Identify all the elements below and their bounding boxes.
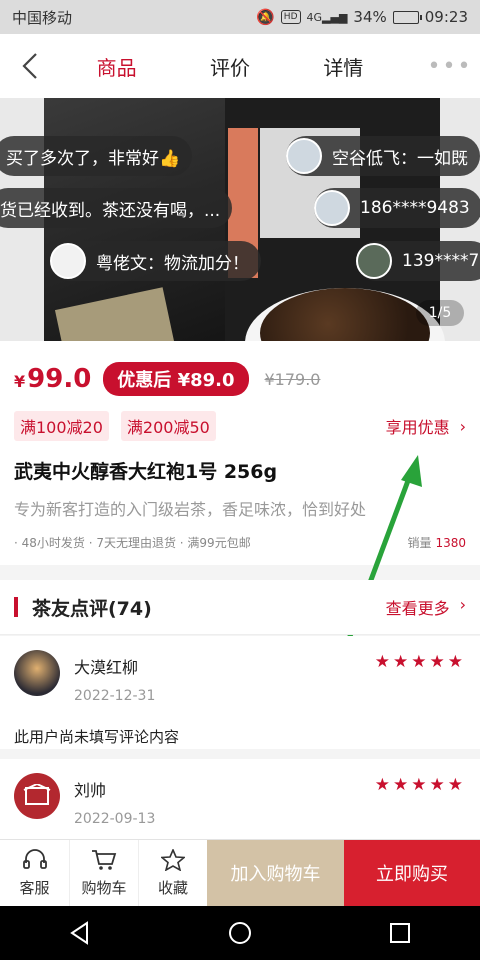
signal-icon: 4G▂▄▆ [306, 10, 348, 24]
barrage-bubble: 186****9483 [314, 188, 480, 228]
more-options-button[interactable]: ••• [420, 54, 480, 79]
home-circle-icon[interactable] [228, 921, 252, 945]
barrage-bubble: 粤佬文：物流加分！ [50, 241, 261, 281]
top-nav: 商品 评价 详情 ••• [0, 34, 480, 98]
tab-reviews[interactable]: 评价 [198, 44, 262, 89]
chevron-right-icon: › [459, 595, 466, 614]
user-avatar [356, 243, 392, 279]
back-triangle-icon[interactable] [68, 921, 92, 945]
more-dots-icon: ••• [427, 53, 473, 79]
section-accent-bar [14, 597, 18, 617]
use-coupon-link[interactable]: 享用优惠 › [386, 414, 466, 438]
headset-icon [22, 848, 47, 869]
back-button[interactable] [0, 34, 60, 98]
sales-volume: 销量 1380 [407, 536, 466, 550]
service-guarantees: · 48小时发货 · 7天无理由退货 · 满99元包邮 [14, 536, 251, 550]
buy-now-button[interactable]: 立即购买 [344, 840, 480, 906]
rating-stars: ★★★★★ [374, 775, 466, 795]
review-date: 2022-12-31 [74, 688, 156, 704]
tab-product[interactable]: 商品 [85, 44, 149, 89]
review-date: 2022-09-13 [74, 811, 156, 827]
barrage-bubble: 139****7 [356, 241, 480, 281]
coupon-tag[interactable]: 满100减20 [14, 411, 109, 441]
add-to-cart-button[interactable]: 加入购物车 [207, 840, 344, 906]
product-subtitle: 专为新客打造的入门级岩茶，香足味浓，恰到好处 [14, 500, 367, 519]
carrier-label: 中国移动 [12, 8, 73, 27]
mute-icon: 🔕 [256, 8, 275, 26]
reviews-title: 茶友点评(74) [32, 597, 152, 620]
chevron-right-icon: › [459, 416, 466, 436]
coupon-row: 满100减20 满200减50 享用优惠 › [14, 411, 466, 441]
original-price: ¥179.0 [264, 369, 321, 389]
cart-label: 购物车 [81, 878, 127, 897]
status-icons: 🔕 HD 4G▂▄▆ 34% 09:23 [256, 8, 468, 26]
review-text: 此用户尚未填写评论内容 [14, 728, 180, 746]
cart-button[interactable]: 购物车 [69, 840, 138, 906]
system-navigation-bar [0, 906, 480, 960]
bottom-action-bar: 客服 购物车 收藏 加入购物车 立即购买 [0, 839, 480, 906]
favorite-label: 收藏 [157, 878, 188, 897]
review-item: 大漠红柳 2022-12-31 ★★★★★ 此用户尚未填写评论内容 [0, 636, 480, 749]
customer-service-button[interactable]: 客服 [0, 840, 69, 906]
status-bar: 中国移动 🔕 HD 4G▂▄▆ 34% 09:23 [0, 0, 480, 34]
barrage-bubble: 货已经收到。茶还没有喝，... [0, 188, 233, 228]
tab-details[interactable]: 详情 [311, 44, 375, 89]
cart-icon [92, 849, 117, 870]
star-outline-icon [161, 848, 185, 871]
product-title: 武夷中火醇香大红袍1号 256g [14, 461, 278, 483]
reviewer-avatar [14, 650, 60, 696]
user-avatar [314, 190, 350, 226]
rating-stars: ★★★★★ [374, 652, 466, 672]
barrage-bubble: 空谷低飞：一如既 [286, 136, 480, 176]
review-item: 刘帅 2022-09-13 ★★★★★ [0, 759, 480, 839]
reviews-header: 茶友点评(74) 查看更多 › [0, 580, 480, 635]
customer-service-label: 客服 [19, 878, 50, 897]
reviewer-name: 刘帅 [74, 781, 107, 800]
service-row: · 48小时发货 · 7天无理由退货 · 满99元包邮 销量 1380 [14, 534, 466, 551]
chevron-left-icon [22, 53, 37, 79]
coupon-tag[interactable]: 满200减50 [120, 411, 216, 441]
price-row: ¥99.0 优惠后 ¥89.0 ¥179.0 [14, 361, 466, 397]
battery-icon [392, 10, 422, 24]
product-image-carousel[interactable]: 买了多次了，非常好👍 空谷低飞：一如既 货已经收到。茶还没有喝，... 186*… [0, 98, 480, 341]
barrage-bubble: 买了多次了，非常好👍 [0, 136, 193, 176]
tab-bar: 商品 评价 详情 [60, 44, 420, 89]
user-avatar [286, 138, 322, 174]
promo-price-badge: 优惠后 ¥89.0 [103, 362, 249, 396]
favorite-button[interactable]: 收藏 [138, 840, 207, 906]
battery-percent: 34% [353, 8, 387, 26]
reviewer-avatar [14, 773, 60, 819]
reviewer-name: 大漠红柳 [74, 658, 139, 677]
use-coupon-label: 享用优惠 [385, 418, 450, 437]
carousel-page-indicator: 1/5 [416, 300, 464, 326]
view-more-label: 查看更多 [385, 599, 450, 618]
user-avatar [50, 243, 86, 279]
recents-square-icon[interactable] [388, 921, 412, 945]
current-price: ¥99.0 [14, 364, 92, 394]
shop-logo-icon [23, 784, 51, 805]
product-info: ¥99.0 优惠后 ¥89.0 ¥179.0 满100减20 满200减50 享… [0, 341, 480, 565]
clock: 09:23 [424, 8, 468, 26]
hd-badge: HD [280, 10, 301, 24]
view-more-link[interactable]: 查看更多 › [386, 595, 466, 619]
